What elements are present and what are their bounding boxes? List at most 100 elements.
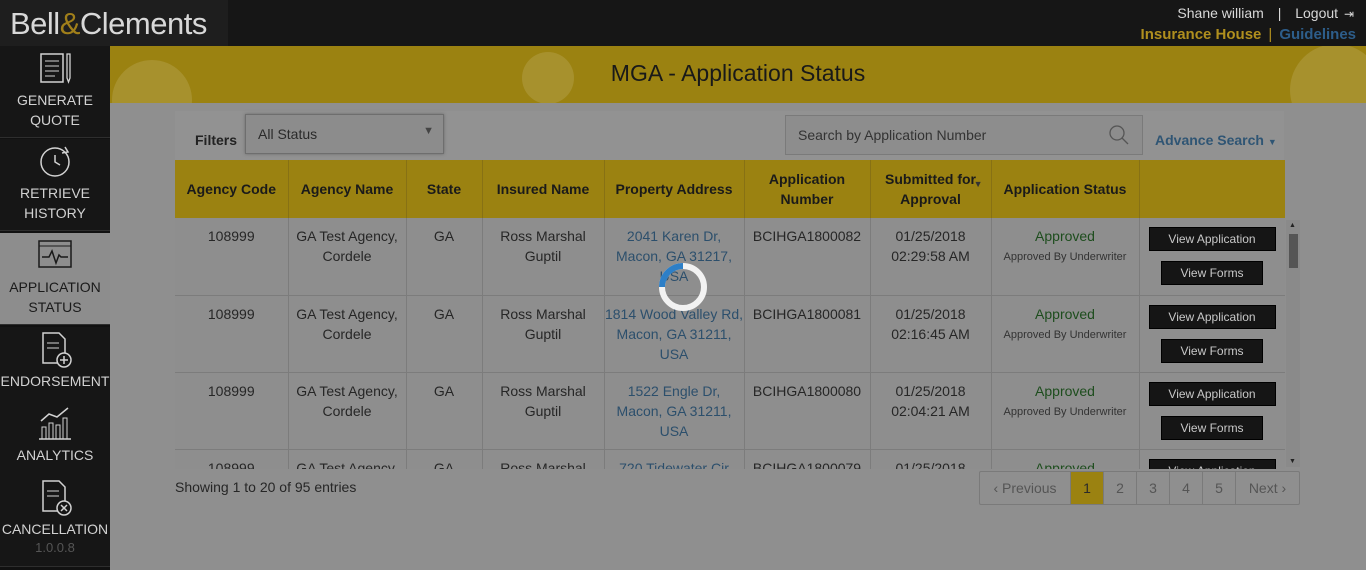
sidebar: GENERATE QUOTE RETRIEVE HISTORY APPLICAT… <box>0 46 110 570</box>
scroll-up-icon[interactable]: ▲ <box>1289 222 1296 229</box>
cell-agency-code: 108999 <box>175 372 289 450</box>
next-page-button[interactable]: Next › <box>1236 472 1299 504</box>
scroll-down-icon[interactable]: ▼ <box>1289 458 1296 465</box>
cell-submitted: 01/25/2018 02:16:45 AM <box>870 295 992 373</box>
search-placeholder: Search by Application Number <box>798 127 987 143</box>
sidebar-item-label: ENDORSEMENT <box>0 373 110 389</box>
view-application-button[interactable]: View Application <box>1148 304 1276 329</box>
page-title: MGA - Application Status <box>610 60 866 86</box>
sidebar-item-label: GENERATE QUOTE <box>17 92 93 128</box>
brand-logo[interactable]: Bell&Clements <box>0 0 228 46</box>
col-application-status[interactable]: Application Status <box>991 160 1140 218</box>
table-scrollbar[interactable]: ▲ ▼ <box>1286 220 1300 467</box>
sidebar-item-label: CANCELLATION <box>1 521 109 537</box>
chart-icon <box>39 407 71 440</box>
view-forms-button[interactable]: View Forms <box>1161 415 1263 440</box>
application-search-input[interactable]: Search by Application Number <box>785 115 1143 155</box>
col-state[interactable]: State <box>406 160 483 218</box>
document-cancel-icon <box>42 480 72 516</box>
status-filter-select[interactable]: All Status ▼ <box>245 114 444 154</box>
view-application-button[interactable]: View Application <box>1148 381 1276 406</box>
top-bar: Bell&Clements Shane william | Logout ⇥ I… <box>0 0 1366 46</box>
cell-agency-name: GA Test Agency, Cordele <box>288 372 407 450</box>
cell-agency-code: 108999 <box>175 295 289 373</box>
main-content: Filters All Status ▼ Search by Applicati… <box>110 103 1366 570</box>
monitor-pulse-icon <box>38 240 72 268</box>
cell-state: GA <box>406 218 483 296</box>
cell-insured-name: Ross Marshal Guptil <box>482 295 605 373</box>
sidebar-item-generate-quote[interactable]: GENERATE QUOTE <box>0 46 110 138</box>
cell-submitted: 01/25/2018 02:04:21 AM <box>870 372 992 450</box>
cell-application-number: BCIHGA1800082 <box>744 218 871 296</box>
cell-agency-name: GA Test Agency, Cordele <box>288 218 407 296</box>
cell-agency-name: GA Test Agency, Cordele <box>288 295 407 373</box>
separator: | <box>1277 5 1282 21</box>
header-links: Insurance House | Guidelines <box>1141 26 1356 43</box>
user-name: Shane william <box>1177 5 1264 21</box>
table-row: 108999 GA Test Agency, Cordele GA Ross M… <box>175 295 1285 373</box>
scrollbar-thumb[interactable] <box>1289 234 1298 268</box>
caret-down-icon: ▼ <box>1267 137 1277 147</box>
app-version: 1.0.0.8 <box>35 540 75 555</box>
view-application-button[interactable]: View Application <box>1148 227 1276 251</box>
col-submitted-for-approval[interactable]: Submitted for Approval ▼ <box>870 160 992 218</box>
sidebar-item-label: ANALYTICS <box>16 447 94 463</box>
cell-status: Approved Approved By Underwriter <box>991 295 1140 373</box>
page-1-button[interactable]: 1 <box>1071 472 1104 504</box>
cell-insured-name: Ross Marshal Guptil <box>482 372 605 450</box>
table-row: 108999 GA Test Agency, Cordele GA Ross M… <box>175 449 1285 469</box>
guidelines-link[interactable]: Guidelines <box>1279 26 1356 43</box>
cell-application-number: BCIHGA1800080 <box>744 372 871 450</box>
advance-search-link[interactable]: Advance Search ▼ <box>1155 132 1277 148</box>
cell-status: Approved Approved By Underwriter <box>991 218 1140 296</box>
page-4-button[interactable]: 4 <box>1170 472 1203 504</box>
cell-state: GA <box>406 449 483 469</box>
sidebar-item-retrieve-history[interactable]: RETRIEVE HISTORY <box>0 139 110 231</box>
col-agency-code[interactable]: Agency Code <box>175 160 289 218</box>
page-5-button[interactable]: 5 <box>1203 472 1236 504</box>
col-application-number[interactable]: Application Number <box>744 160 871 218</box>
search-icon[interactable] <box>1108 124 1130 146</box>
view-forms-button[interactable]: View Forms <box>1161 338 1263 363</box>
cell-state: GA <box>406 372 483 450</box>
separator: | <box>1268 26 1273 43</box>
filters-label: Filters <box>195 132 238 148</box>
cell-status: Approved Approved By Underwriter <box>991 372 1140 450</box>
cell-property-address-link[interactable]: 720 Tidewater Cir <box>604 449 745 469</box>
cell-agency-code: 108999 <box>175 449 289 469</box>
status-note: Approved By Underwriter <box>1003 328 1127 341</box>
view-forms-button[interactable]: View Forms <box>1161 261 1263 285</box>
status-text: Approved <box>1035 305 1095 322</box>
sidebar-item-application-status[interactable]: APPLICATION STATUS <box>0 233 110 325</box>
sort-desc-icon: ▼ <box>973 179 983 189</box>
previous-page-button[interactable]: ‹ Previous <box>980 472 1071 504</box>
user-menu: Shane william | Logout ⇥ <box>1177 5 1354 21</box>
logout-link[interactable]: Logout <box>1295 5 1338 21</box>
status-note: Approved By Underwriter <box>1003 405 1127 418</box>
cell-property-address-link[interactable]: 1522 Engle Dr, Macon, GA 31211, USA <box>604 372 745 450</box>
cell-application-number: BCIHGA1800081 <box>744 295 871 373</box>
col-agency-name[interactable]: Agency Name <box>288 160 407 218</box>
cell-application-number: BCIHGA1800079 <box>744 449 871 469</box>
col-actions <box>1139 160 1285 218</box>
table-header-row: Agency Code Agency Name State Insured Na… <box>175 160 1285 218</box>
table-row: 108999 GA Test Agency, Cordele GA Ross M… <box>175 372 1285 450</box>
logout-icon[interactable]: ⇥ <box>1344 7 1354 21</box>
status-filter-value: All Status <box>258 126 318 142</box>
insurance-house-link[interactable]: Insurance House <box>1141 26 1262 43</box>
cell-submitted: 01/25/2018 <box>870 449 992 469</box>
cell-actions: View Application <box>1139 449 1285 469</box>
view-application-button[interactable]: View Application <box>1148 458 1276 469</box>
page-3-button[interactable]: 3 <box>1137 472 1170 504</box>
cell-actions: View Application View Forms <box>1139 295 1285 373</box>
loading-spinner-icon <box>659 263 707 311</box>
cell-state: GA <box>406 295 483 373</box>
page-2-button[interactable]: 2 <box>1104 472 1137 504</box>
sidebar-item-label: RETRIEVE HISTORY <box>19 185 90 221</box>
cell-agency-name: GA Test Agency, Cordele <box>288 449 407 469</box>
status-text: Approved <box>1035 382 1095 399</box>
col-insured-name[interactable]: Insured Name <box>482 160 605 218</box>
col-property-address[interactable]: Property Address <box>604 160 745 218</box>
cell-submitted: 01/25/2018 02:29:58 AM <box>870 218 992 296</box>
status-text: Approved <box>1035 459 1095 470</box>
